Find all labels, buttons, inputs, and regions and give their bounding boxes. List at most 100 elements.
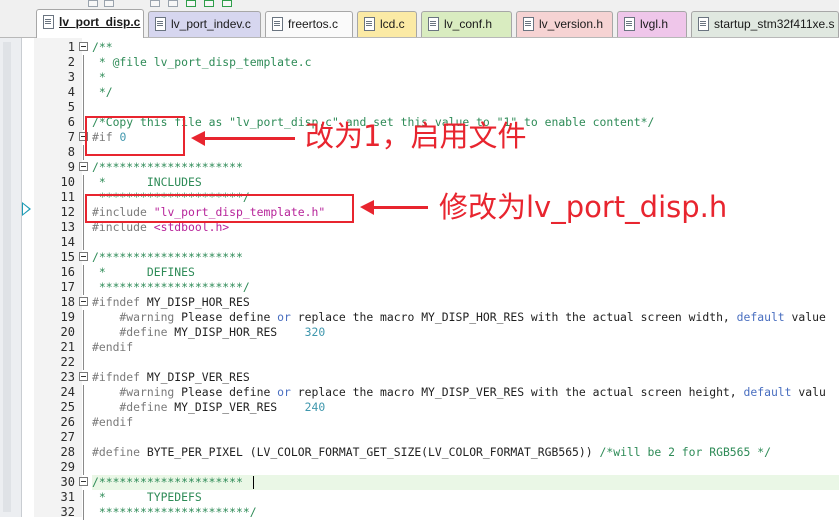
code-text: #define BYTE_PER_PIXEL (LV_COLOR_FORMAT_…: [92, 445, 771, 460]
diamond-icon[interactable]: [186, 0, 196, 7]
tab-lv-port-disp-c[interactable]: lv_port_disp.c: [36, 9, 144, 38]
code-token: value: [784, 310, 826, 324]
file-icon: [428, 17, 439, 31]
line-number: 31: [60, 490, 75, 504]
fold-toggle-icon[interactable]: [79, 162, 88, 171]
code-line[interactable]: 3 *: [0, 70, 839, 85]
line-number: 28: [60, 445, 75, 459]
code-token: #define: [92, 325, 175, 339]
code-text: *********************/: [92, 280, 250, 295]
tab-label: lcd.c: [380, 17, 405, 31]
code-token: #define: [92, 400, 175, 414]
tab-bar: lv_port_disp.c lv_port_indev.c freertos.c l…: [0, 8, 839, 38]
code-line[interactable]: 32 **********************/: [0, 505, 839, 520]
line-number: 19: [60, 310, 75, 324]
toolbar-icon[interactable]: [168, 0, 178, 7]
code-text: #ifndef MY_DISP_HOR_RES: [92, 295, 250, 310]
code-line[interactable]: 29: [0, 460, 839, 475]
text-cursor: [253, 476, 254, 489]
tab-label: freertos.c: [288, 17, 339, 31]
code-line[interactable]: 4 */: [0, 85, 839, 100]
fold-toggle-icon[interactable]: [79, 42, 88, 51]
tab-lv-conf-h[interactable]: lv_conf.h: [421, 11, 512, 37]
code-text: /**: [92, 40, 113, 55]
code-line[interactable]: 17 *********************/: [0, 280, 839, 295]
code-token: default: [736, 310, 785, 324]
code-line[interactable]: 26 #endif: [0, 415, 839, 430]
code-line[interactable]: 27: [0, 430, 839, 445]
tab-lv-port-indev-c[interactable]: lv_port_indev.c: [148, 11, 261, 37]
code-token: replace the macro MY_DISP_HOR_RES with t…: [290, 310, 737, 324]
code-token: #define: [92, 445, 147, 459]
line-number: 10: [60, 175, 75, 189]
fold-guide: [83, 430, 84, 445]
code-line[interactable]: 20 #define MY_DISP_HOR_RES 320: [0, 325, 839, 340]
tab-freertos-c[interactable]: freertos.c: [265, 11, 353, 37]
code-line[interactable]: 18 #ifndef MY_DISP_HOR_RES: [0, 295, 839, 310]
tab-label: lv_version.h: [539, 17, 604, 31]
line-number: 9: [67, 160, 75, 174]
fold-toggle-icon[interactable]: [79, 252, 88, 261]
tab-startup-stm32f411xe-s[interactable]: startup_stm32f411xe.s: [691, 11, 839, 37]
filter-icon[interactable]: [204, 0, 214, 7]
file-icon: [624, 17, 635, 31]
code-token: *: [92, 70, 106, 84]
line-number: 17: [60, 280, 75, 294]
scissors-icon[interactable]: [104, 0, 114, 7]
fold-toggle-icon[interactable]: [79, 477, 88, 486]
code-line[interactable]: 25 #define MY_DISP_VER_RES 240: [0, 400, 839, 415]
line-number: 1: [67, 40, 75, 54]
line-number: 24: [60, 385, 75, 399]
tab-lcd-c[interactable]: lcd.c: [357, 11, 417, 37]
code-line[interactable]: 19 #warning Please define or replace the…: [0, 310, 839, 325]
code-line[interactable]: 14: [0, 235, 839, 250]
code-token: * TYPEDEFS: [92, 490, 202, 504]
line-number: 27: [60, 430, 75, 444]
code-line[interactable]: 24 #warning Please define or replace the…: [0, 385, 839, 400]
code-line[interactable]: 31 * TYPEDEFS: [0, 490, 839, 505]
fold-guide: [83, 310, 84, 325]
code-line[interactable]: 15 /*********************: [0, 250, 839, 265]
code-line[interactable]: 23 #ifndef MY_DISP_VER_RES: [0, 370, 839, 385]
code-line[interactable]: 30 /*********************: [0, 475, 839, 490]
fold-guide: [83, 505, 84, 520]
checklist-icon[interactable]: [222, 0, 232, 7]
code-line[interactable]: 16 * DEFINES: [0, 265, 839, 280]
code-token: #ifndef: [92, 295, 147, 309]
code-text: #endif: [92, 340, 133, 355]
code-text: #define MY_DISP_VER_RES 240: [92, 400, 325, 415]
tab-lv-version-h[interactable]: lv_version.h: [516, 11, 613, 37]
fold-toggle-icon[interactable]: [79, 297, 88, 306]
code-line[interactable]: 21 #endif: [0, 340, 839, 355]
code-token: default: [743, 385, 792, 399]
code-token: or: [277, 310, 291, 324]
file-icon: [523, 17, 534, 31]
toolbar-icon[interactable]: [150, 0, 160, 7]
code-token: 320: [304, 325, 326, 339]
code-line[interactable]: 10 * INCLUDES: [0, 175, 839, 190]
annotation-text-1: 改为1，启用文件: [305, 119, 527, 153]
fold-guide: [83, 460, 84, 475]
fold-guide: [83, 385, 84, 400]
code-text: *: [92, 70, 106, 85]
code-text: * @file lv_port_disp_template.c: [92, 55, 312, 70]
code-token: #warning: [92, 310, 182, 324]
fold-guide: [83, 265, 84, 280]
code-line[interactable]: 9 /*********************: [0, 160, 839, 175]
fold-toggle-icon[interactable]: [79, 372, 88, 381]
tab-lvgl-h[interactable]: lvgl.h: [617, 11, 687, 37]
file-icon: [364, 17, 375, 31]
code-token: MY_DISP_VER_RES: [146, 370, 250, 384]
code-line[interactable]: 1 /**: [0, 40, 839, 55]
code-token: /**: [92, 40, 113, 54]
code-line[interactable]: 5: [0, 100, 839, 115]
tab-label: startup_stm32f411xe.s: [714, 17, 835, 31]
code-line[interactable]: 28 #define BYTE_PER_PIXEL (LV_COLOR_FORMA…: [0, 445, 839, 460]
code-line[interactable]: 2 * @file lv_port_disp_template.c: [0, 55, 839, 70]
code-line[interactable]: 22: [0, 355, 839, 370]
dropdown-icon[interactable]: [88, 0, 98, 7]
line-number: 3: [67, 70, 75, 84]
code-text: /*********************: [92, 475, 243, 490]
code-text: /*********************: [92, 250, 243, 265]
code-text: * DEFINES: [92, 265, 195, 280]
